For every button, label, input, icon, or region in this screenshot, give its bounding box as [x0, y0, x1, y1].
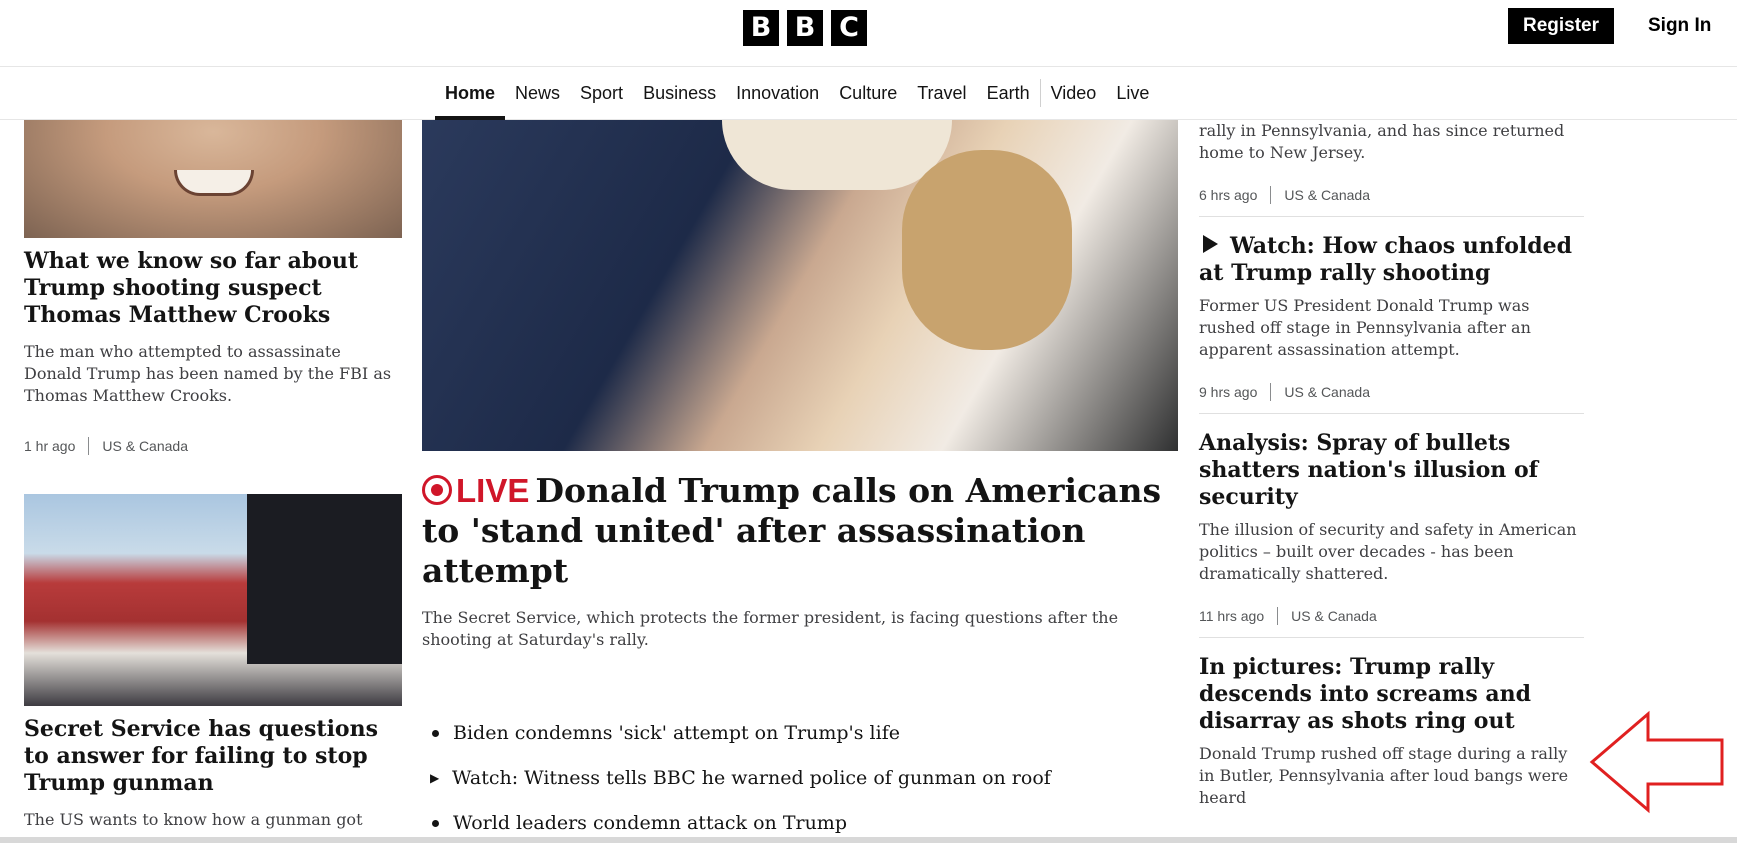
- story-section-link[interactable]: US & Canada: [1284, 187, 1370, 203]
- story-headline[interactable]: Watch: How chaos unfolded at Trump rally…: [1199, 233, 1584, 287]
- center-column: LIVE Donald Trump calls on Americans to '…: [422, 120, 1178, 843]
- story-summary: The US wants to know how a gunman got: [24, 810, 363, 829]
- story-section-link[interactable]: US & Canada: [102, 438, 188, 454]
- story-card-watch-chaos[interactable]: Watch: How chaos unfolded at Trump rally…: [1199, 217, 1584, 414]
- masthead: B B C Register Sign In: [0, 0, 1737, 67]
- related-link[interactable]: World leaders condemn attack on Trump: [422, 811, 1178, 835]
- story-time: 11 hrs ago: [1199, 608, 1265, 624]
- play-icon: ▶: [430, 771, 440, 785]
- story-meta: 11 hrs ago US & Canada: [1199, 607, 1584, 625]
- story-summary: The man who attempted to assassinate Don…: [24, 342, 392, 405]
- logo-letter-c: C: [831, 10, 867, 46]
- story-headline[interactable]: Secret Service has questions to answer f…: [24, 716, 402, 797]
- hero-headline[interactable]: LIVE Donald Trump calls on Americans to '…: [422, 471, 1178, 591]
- related-link[interactable]: ▶ Watch: Witness tells BBC he warned poli…: [422, 766, 1178, 790]
- story-summary: Donald Trump rushed off stage during a r…: [1199, 744, 1569, 807]
- nav-item-earth[interactable]: Earth: [977, 67, 1040, 120]
- nav-item-live[interactable]: Live: [1106, 67, 1159, 120]
- nav-item-home[interactable]: Home: [435, 67, 506, 120]
- related-links: Biden condemns 'sick' attempt on Trump's…: [422, 721, 1178, 835]
- nav-item-news[interactable]: News: [505, 67, 570, 120]
- logo-letter-b1: B: [743, 10, 779, 46]
- bbc-logo[interactable]: B B C: [743, 10, 867, 46]
- hero-photo[interactable]: [422, 120, 1178, 451]
- rally-photo[interactable]: [24, 494, 402, 706]
- register-button[interactable]: Register: [1508, 8, 1614, 44]
- live-icon: [422, 475, 452, 505]
- hero-headline-text: Donald Trump calls on Americans to 'stan…: [422, 471, 1162, 590]
- left-column: What we know so far about Trump shooting…: [24, 120, 402, 829]
- story-card-analysis[interactable]: Analysis: Spray of bullets shatters nati…: [1199, 414, 1584, 638]
- story-meta: 1 hr ago US & Canada: [24, 437, 402, 455]
- story-summary: rally in Pennsylvania, and has since ret…: [1199, 121, 1565, 162]
- story-section-link[interactable]: US & Canada: [1291, 608, 1377, 624]
- story-summary: Former US President Donald Trump was rus…: [1199, 296, 1531, 359]
- story-headline[interactable]: What we know so far about Trump shooting…: [24, 248, 402, 329]
- live-label: LIVE: [456, 472, 530, 509]
- story-meta: 6 hrs ago US & Canada: [1199, 186, 1584, 204]
- bullet-icon: [432, 729, 439, 737]
- story-time: 1 hr ago: [24, 438, 76, 454]
- related-link[interactable]: Biden condemns 'sick' attempt on Trump's…: [422, 721, 1178, 745]
- nav-item-sport[interactable]: Sport: [570, 67, 633, 120]
- story-card-in-pictures[interactable]: In pictures: Trump rally descends into s…: [1199, 638, 1584, 821]
- nav-item-business[interactable]: Business: [633, 67, 726, 120]
- story-summary: The illusion of security and safety in A…: [1199, 520, 1577, 583]
- nav-item-video[interactable]: Video: [1041, 67, 1107, 120]
- play-icon: [1203, 235, 1218, 253]
- story-time: 6 hrs ago: [1199, 187, 1258, 203]
- logo-letter-b2: B: [787, 10, 823, 46]
- signin-link[interactable]: Sign In: [1648, 8, 1711, 44]
- annotation-arrow-icon: [1589, 710, 1724, 814]
- story-card-secret-service[interactable]: Secret Service has questions to answer f…: [24, 494, 402, 831]
- story-section-link[interactable]: US & Canada: [1284, 384, 1370, 400]
- bullet-icon: [432, 819, 439, 827]
- story-headline[interactable]: In pictures: Trump rally descends into s…: [1199, 654, 1584, 735]
- nav-item-culture[interactable]: Culture: [829, 67, 907, 120]
- hero-summary: The Secret Service, which protects the f…: [422, 608, 1119, 649]
- nav-item-travel[interactable]: Travel: [907, 67, 976, 120]
- horizontal-scrollbar[interactable]: [0, 837, 1737, 843]
- story-card-returned-home[interactable]: rally in Pennsylvania, and has since ret…: [1199, 120, 1584, 217]
- story-card-suspect[interactable]: What we know so far about Trump shooting…: [24, 120, 402, 455]
- nav-item-innovation[interactable]: Innovation: [726, 67, 829, 120]
- suspect-photo[interactable]: [24, 120, 402, 238]
- main-nav: Home News Sport Business Innovation Cult…: [0, 67, 1737, 120]
- story-time: 9 hrs ago: [1199, 384, 1258, 400]
- story-headline[interactable]: Analysis: Spray of bullets shatters nati…: [1199, 430, 1584, 511]
- story-meta: 9 hrs ago US & Canada: [1199, 383, 1584, 401]
- right-column: rally in Pennsylvania, and has since ret…: [1199, 120, 1584, 821]
